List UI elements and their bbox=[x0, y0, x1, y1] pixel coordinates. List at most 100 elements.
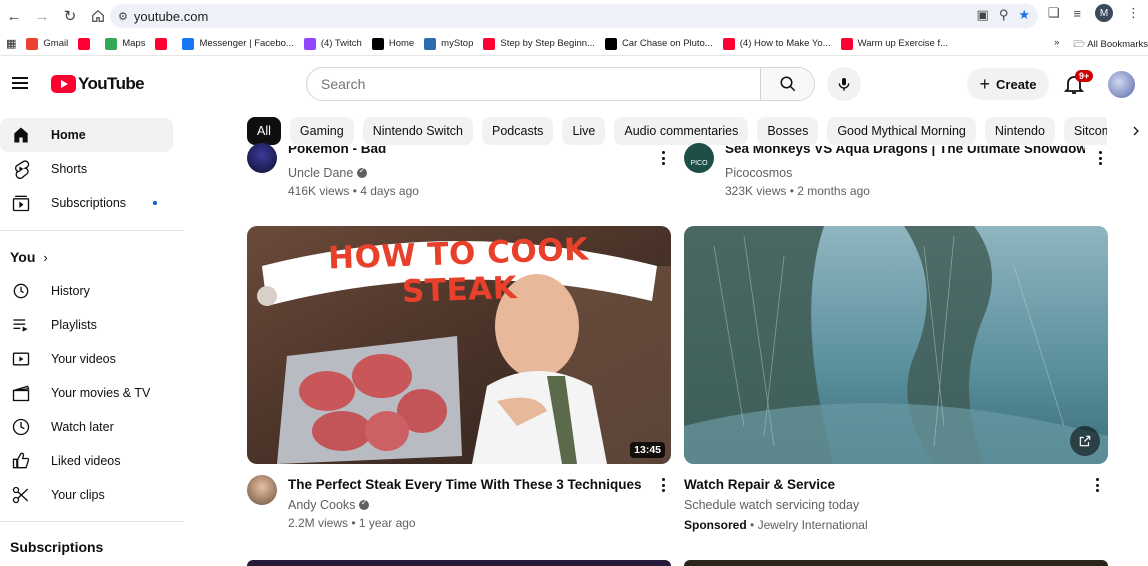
account-avatar[interactable] bbox=[1108, 71, 1135, 98]
sidebar-item-watch-later[interactable]: Watch later bbox=[0, 410, 173, 444]
underwater-ad-image bbox=[684, 226, 1108, 464]
search-input[interactable] bbox=[307, 68, 760, 100]
bookmarks-overflow-icon[interactable]: » bbox=[1054, 37, 1059, 53]
bookmark-label: Warm up Exercise f... bbox=[857, 38, 949, 49]
video-title[interactable]: Sea Monkeys VS Aqua Dragons | The Ultima… bbox=[725, 146, 1085, 158]
bookmark-label: (4) Twitch bbox=[320, 38, 362, 49]
voice-search-button[interactable] bbox=[827, 67, 861, 101]
more-options-icon[interactable] bbox=[661, 478, 665, 492]
sidebar-item-your-videos[interactable]: Your videos bbox=[0, 342, 173, 376]
cast-icon[interactable]: ▣ bbox=[977, 7, 989, 23]
menu-icon[interactable] bbox=[12, 77, 28, 89]
bookmark-item[interactable]: Messenger | Facebo... bbox=[182, 37, 294, 50]
microphone-icon bbox=[838, 78, 850, 91]
sidebar-item-shorts[interactable]: Shorts bbox=[0, 152, 173, 186]
bookmark-star-icon[interactable]: ★ bbox=[1018, 7, 1030, 23]
youtube-logo[interactable]: YouTube bbox=[51, 74, 145, 94]
ad-description: Schedule watch servicing today bbox=[684, 498, 860, 512]
next-video-thumbnail[interactable] bbox=[247, 560, 671, 566]
home-browser-icon[interactable] bbox=[84, 2, 112, 30]
sidebar-item-playlists[interactable]: Playlists bbox=[0, 308, 173, 342]
sidebar-item-movies-tv[interactable]: Your movies & TV bbox=[0, 376, 173, 410]
chip-all[interactable]: All bbox=[247, 117, 281, 145]
sidebar-item-history[interactable]: History bbox=[0, 274, 173, 308]
zoom-icon[interactable]: ⚲ bbox=[999, 7, 1009, 23]
chip-nintendo[interactable]: Nintendo bbox=[984, 117, 1055, 145]
site-settings-icon[interactable]: ⚙ bbox=[118, 10, 128, 23]
channel-avatar[interactable] bbox=[247, 143, 277, 173]
channel-name[interactable]: Uncle Dane bbox=[288, 166, 368, 180]
video-title[interactable]: Pokémon - Bad bbox=[288, 146, 648, 158]
bookmark-label: (4) How to Make Yo... bbox=[739, 38, 831, 49]
video-thumbnail[interactable]: HOW TO COOK STEAK 13:45 bbox=[247, 226, 671, 464]
bookmark-item[interactable]: (4) How to Make Yo... bbox=[722, 37, 831, 50]
subscriptions-heading-label: Subscriptions bbox=[10, 539, 104, 555]
search-box bbox=[306, 67, 815, 101]
chip-nintendo-switch[interactable]: Nintendo Switch bbox=[362, 117, 474, 145]
video-title[interactable]: The Perfect Steak Every Time With These … bbox=[288, 477, 648, 492]
more-options-icon[interactable] bbox=[1098, 151, 1102, 165]
plus-icon: + bbox=[979, 74, 991, 94]
open-external-icon[interactable] bbox=[1070, 426, 1100, 456]
extensions-icon[interactable]: ❏ bbox=[1048, 5, 1060, 21]
address-bar[interactable]: ⚙ youtube.com ▣ ⚲ ★ bbox=[110, 4, 1038, 28]
ad-title[interactable]: Watch Repair & Service bbox=[684, 477, 1044, 492]
channel-avatar[interactable]: PICO bbox=[684, 143, 714, 173]
back-icon[interactable]: ← bbox=[0, 2, 28, 30]
sidebar-item-home[interactable]: Home bbox=[0, 118, 173, 152]
subscriptions-heading: Subscriptions bbox=[10, 539, 103, 555]
history-icon bbox=[13, 283, 29, 299]
bookmark-item[interactable]: Maps bbox=[105, 37, 145, 50]
chip-audio-commentaries[interactable]: Audio commentaries bbox=[614, 117, 749, 145]
bookmark-item[interactable]: Home bbox=[371, 37, 414, 50]
bookmark-item[interactable]: Warm up Exercise f... bbox=[840, 37, 949, 50]
reading-list-icon[interactable]: ≡ bbox=[1073, 6, 1081, 21]
channel-name[interactable]: Andy Cooks bbox=[288, 498, 370, 512]
channel-name[interactable]: Picocosmos bbox=[725, 166, 792, 180]
ad-sponsor-line: Sponsored • Jewelry International bbox=[684, 518, 868, 532]
bookmark-label: Car Chase on Pluto... bbox=[621, 38, 713, 49]
movies-icon bbox=[12, 385, 30, 402]
clips-icon bbox=[12, 486, 29, 504]
reload-icon[interactable]: ↻ bbox=[56, 2, 84, 30]
create-button[interactable]: + Create bbox=[967, 68, 1049, 100]
bookmark-item[interactable]: Step by Step Beginn... bbox=[483, 37, 595, 50]
chip-sitcoms[interactable]: Sitcoms bbox=[1063, 117, 1107, 145]
channel-name-text: Uncle Dane bbox=[288, 166, 354, 180]
bookmark-item[interactable] bbox=[155, 37, 172, 50]
notification-badge: 9+ bbox=[1075, 70, 1094, 82]
ad-thumbnail[interactable] bbox=[684, 226, 1108, 464]
search-button[interactable] bbox=[760, 68, 814, 100]
more-options-icon[interactable] bbox=[1095, 478, 1099, 492]
profile-avatar[interactable]: M bbox=[1095, 4, 1113, 22]
bookmark-item[interactable]: myStop bbox=[424, 37, 474, 50]
sidebar: Home Shorts Subscriptions You › History … bbox=[0, 111, 184, 566]
bookmark-item[interactable]: Gmail bbox=[26, 37, 68, 50]
all-bookmarks-folder[interactable]: 🗁 All Bookmarks bbox=[1073, 37, 1148, 53]
you-section-heading[interactable]: You › bbox=[10, 249, 48, 265]
sidebar-item-your-clips[interactable]: Your clips bbox=[0, 478, 173, 512]
search-icon bbox=[780, 76, 795, 92]
bookmark-label: myStop bbox=[441, 38, 474, 49]
chip-bosses[interactable]: Bosses bbox=[757, 117, 819, 145]
apps-grid-icon[interactable]: ▦ bbox=[6, 37, 16, 50]
chip-gaming[interactable]: Gaming bbox=[289, 117, 354, 145]
next-video-thumbnail[interactable] bbox=[684, 560, 1108, 566]
bookmark-item[interactable] bbox=[78, 37, 95, 50]
more-options-icon[interactable] bbox=[661, 151, 665, 165]
bookmark-favicon-icon bbox=[182, 37, 195, 50]
sidebar-item-subscriptions[interactable]: Subscriptions bbox=[0, 186, 173, 220]
video-meta: 416K views • 4 days ago bbox=[288, 184, 419, 198]
chip-live[interactable]: Live bbox=[562, 117, 606, 145]
chip-good-mythical-morning[interactable]: Good Mythical Morning bbox=[827, 117, 976, 145]
bookmark-label: Messenger | Facebo... bbox=[199, 38, 294, 49]
bookmark-item[interactable]: Car Chase on Pluto... bbox=[604, 37, 713, 50]
bookmark-item[interactable]: (4) Twitch bbox=[303, 37, 362, 50]
channel-avatar[interactable] bbox=[247, 475, 277, 505]
sidebar-item-liked-videos[interactable]: Liked videos bbox=[0, 444, 173, 478]
chips-next-button[interactable] bbox=[1124, 118, 1148, 144]
forward-icon[interactable]: → bbox=[28, 2, 56, 30]
browser-menu-icon[interactable]: ⋮ bbox=[1127, 5, 1140, 21]
chip-podcasts[interactable]: Podcasts bbox=[482, 117, 554, 145]
you-heading-label: You bbox=[10, 249, 36, 265]
